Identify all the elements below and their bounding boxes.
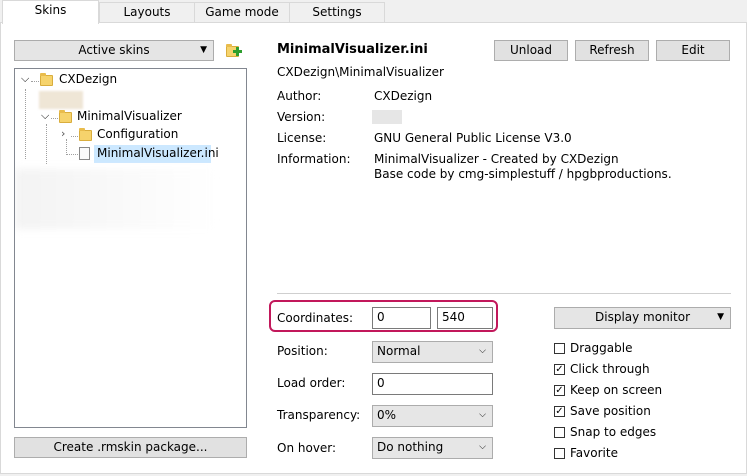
transparency-dropdown[interactable]: 0% ⌵ (372, 405, 493, 427)
tab-settings[interactable]: Settings (289, 2, 385, 22)
version-value-redacted (372, 110, 402, 124)
checkbox-row[interactable]: ✓ Keep on screen (554, 383, 724, 401)
coord-x-input[interactable]: 0 (372, 307, 431, 329)
checkbox-row[interactable]: Favorite (554, 446, 724, 464)
chevron-down-icon[interactable]: ⌵ (41, 109, 49, 123)
tab-skins[interactable]: Skins (2, 0, 99, 24)
checkbox-label: Click through (570, 362, 650, 376)
create-package-button[interactable]: Create .rmskin package... (14, 437, 247, 458)
load-order-label: Load order: (277, 376, 346, 390)
tab-label: Game mode (205, 5, 279, 19)
checkbox-label: Favorite (570, 446, 618, 460)
divider (277, 293, 731, 294)
checkbox-unchecked-icon[interactable] (554, 448, 565, 459)
position-dropdown[interactable]: Normal ⌵ (372, 341, 493, 363)
checkbox-unchecked-icon[interactable] (554, 427, 565, 438)
license-value: GNU General Public License V3.0 (374, 131, 572, 145)
blurred-region (15, 169, 215, 229)
checkbox-checked-icon[interactable]: ✓ (554, 406, 565, 417)
transparency-label: Transparency: (277, 408, 361, 422)
chevron-right-icon[interactable]: › (61, 127, 65, 140)
information-line-1: MinimalVisualizer - Created by CXDezign (374, 152, 619, 166)
skin-path: CXDezign\MinimalVisualizer (277, 65, 444, 79)
checkbox-label: Keep on screen (570, 383, 663, 397)
information-label: Information: (277, 152, 351, 166)
author-value: CXDezign (374, 89, 433, 103)
tab-label: Skins (34, 3, 67, 17)
folder-icon (79, 128, 92, 141)
checkbox-row[interactable]: ✓ Save position (554, 404, 724, 422)
active-skins-label: Active skins (78, 43, 150, 57)
chevron-down-icon[interactable]: ⌵ (21, 72, 29, 86)
checkbox-label: Snap to edges (570, 425, 657, 439)
checkbox-checked-icon[interactable]: ✓ (554, 385, 565, 396)
tab-label: Layouts (123, 5, 171, 19)
checkbox-unchecked-icon[interactable] (554, 343, 565, 354)
tab-label: Settings (312, 5, 362, 19)
on-hover-value: Do nothing (377, 440, 444, 454)
checkbox-label: Draggable (570, 341, 633, 355)
chevron-down-icon: ⌵ (479, 346, 486, 356)
chevron-down-icon: ⌵ (479, 410, 486, 420)
dropdown-arrow-icon: ▼ (717, 312, 724, 322)
checkbox-label: Save position (570, 404, 651, 418)
refresh-button[interactable]: Refresh (575, 40, 649, 61)
coord-y-input[interactable]: 540 (437, 307, 493, 329)
chevron-down-icon: ⌵ (479, 442, 486, 452)
unload-label: Unload (509, 43, 553, 57)
redacted-item (39, 91, 83, 109)
author-label: Author: (277, 89, 322, 103)
tree-item-child[interactable]: MinimalVisualizer (77, 109, 182, 123)
load-order-input[interactable]: 0 (372, 373, 493, 395)
position-value: Normal (377, 344, 421, 358)
coord-y-value: 540 (442, 310, 465, 324)
tab-layouts[interactable]: Layouts (99, 2, 195, 22)
display-monitor-dropdown[interactable]: Display monitor ▼ (554, 307, 731, 329)
tree-item-configuration[interactable]: Configuration (97, 127, 178, 141)
coord-x-value: 0 (377, 310, 385, 324)
on-hover-dropdown[interactable]: Do nothing ⌵ (372, 437, 493, 459)
folder-icon (59, 110, 72, 123)
load-order-value: 0 (377, 376, 385, 390)
unload-button[interactable]: Unload (494, 40, 568, 61)
display-monitor-label: Display monitor (595, 310, 690, 324)
tree-item-root[interactable]: CXDezign (59, 72, 117, 86)
transparency-value: 0% (377, 408, 397, 422)
folder-icon (40, 73, 53, 86)
ini-file-icon (79, 147, 90, 160)
coordinates-label: Coordinates: (277, 311, 354, 325)
checkbox-row[interactable]: ✓ Click through (554, 362, 724, 380)
skin-title: MinimalVisualizer.ini (277, 42, 428, 57)
create-package-label: Create .rmskin package... (53, 440, 208, 454)
skin-tree[interactable]: ⌵ CXDezign ⌵ MinimalVisualizer › Configu… (14, 68, 247, 428)
license-label: License: (277, 131, 327, 145)
add-skin-icon[interactable] (224, 42, 242, 59)
checkbox-row[interactable]: Draggable (554, 341, 724, 359)
refresh-label: Refresh (589, 43, 635, 57)
edit-button[interactable]: Edit (656, 40, 730, 61)
version-label: Version: (277, 110, 326, 124)
tree-item-file[interactable]: MinimalVisualizer.ini (97, 146, 219, 160)
edit-label: Edit (681, 43, 705, 57)
information-line-2: Base code by cmg-simplestuff / hpgbprodu… (374, 167, 672, 181)
on-hover-label: On hover: (277, 441, 337, 455)
active-skins-dropdown[interactable]: Active skins ▼ (14, 40, 214, 61)
checkbox-row[interactable]: Snap to edges (554, 425, 724, 443)
checkbox-checked-icon[interactable]: ✓ (554, 364, 565, 375)
tab-game-mode[interactable]: Game mode (194, 2, 290, 22)
position-label: Position: (277, 344, 328, 358)
dropdown-arrow-icon: ▼ (200, 45, 207, 55)
